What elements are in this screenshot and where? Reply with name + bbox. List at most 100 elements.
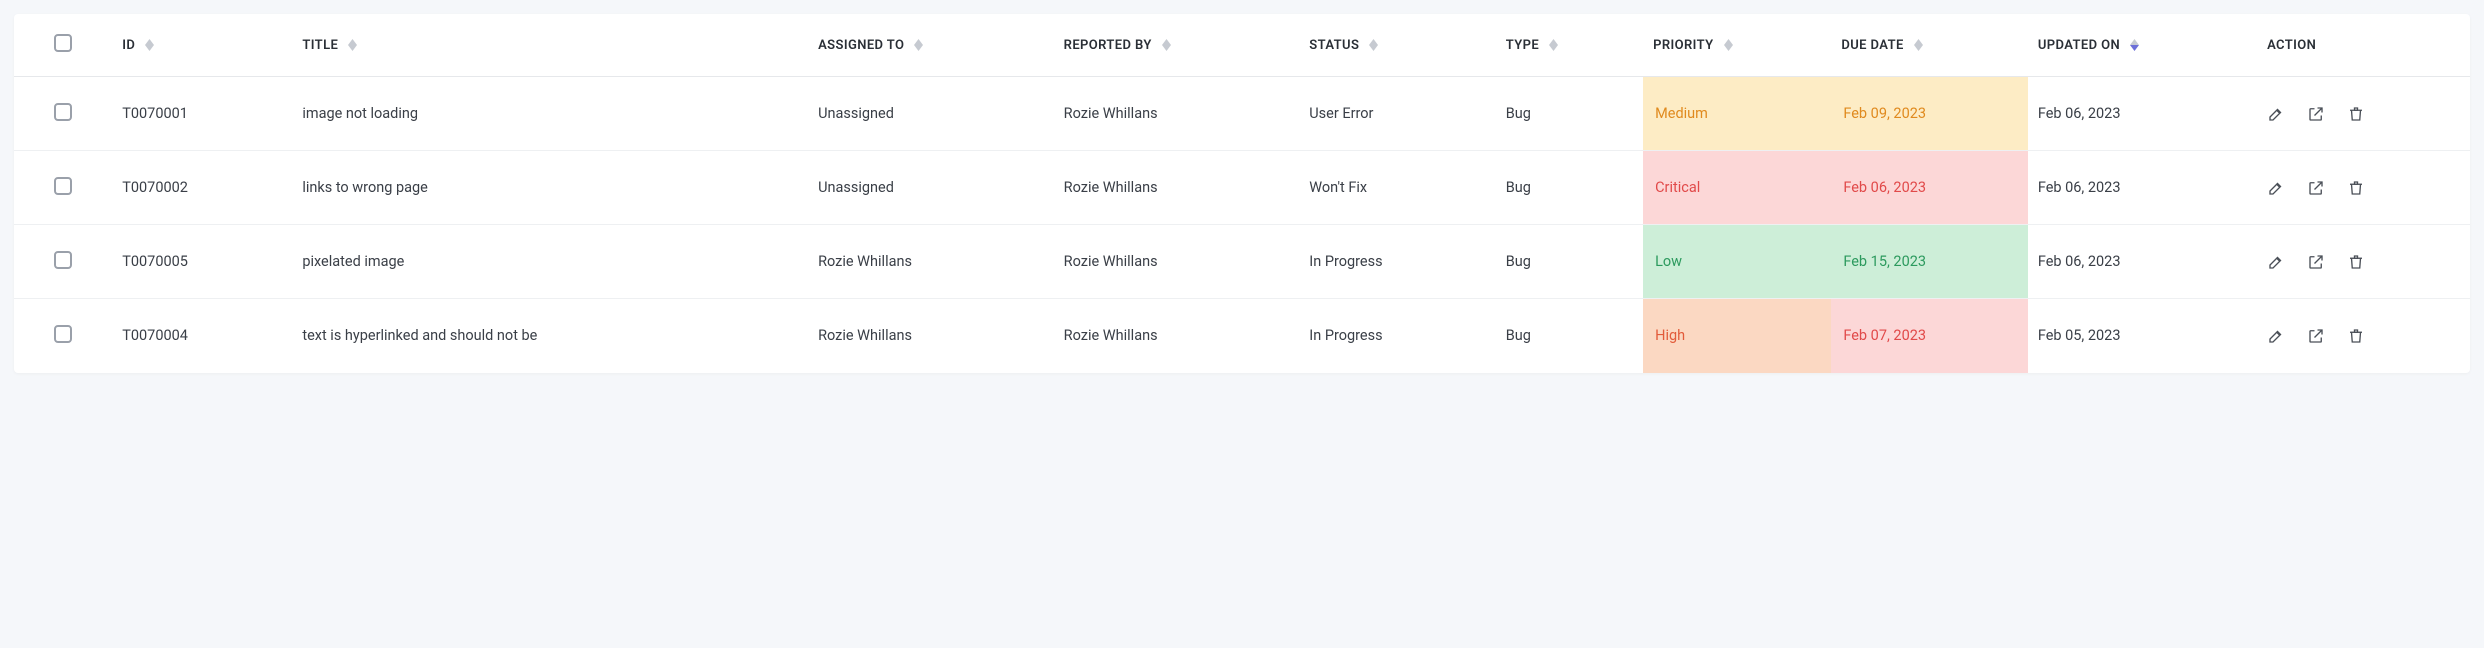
cell-updated-on: Feb 05, 2023: [2028, 299, 2257, 373]
edit-icon[interactable]: [2267, 327, 2285, 345]
assigned-to: Unassigned: [818, 105, 894, 122]
cell-priority: High: [1643, 299, 1831, 373]
sort-icon: [1914, 39, 1923, 51]
trash-icon[interactable]: [2347, 179, 2365, 197]
sort-icon: [1549, 39, 1558, 51]
reported-by: Rozie Whillans: [1064, 253, 1158, 270]
open-external-icon[interactable]: [2307, 179, 2325, 197]
type: Bug: [1506, 179, 1531, 196]
edit-icon[interactable]: [2267, 105, 2285, 123]
status: In Progress: [1309, 253, 1382, 270]
row-checkbox-cell: [14, 77, 112, 151]
reported-by: Rozie Whillans: [1064, 105, 1158, 122]
cell-title: image not loading: [292, 77, 808, 151]
cell-assigned-to: Unassigned: [808, 151, 1054, 225]
due-date: Feb 15, 2023: [1843, 253, 1926, 270]
cell-title: text is hyperlinked and should not be: [292, 299, 808, 373]
cell-id: T0070005: [112, 225, 292, 299]
row-checkbox[interactable]: [54, 103, 72, 121]
sort-icon: [1369, 39, 1378, 51]
header-checkbox-cell: [14, 14, 112, 77]
open-external-icon[interactable]: [2307, 253, 2325, 271]
cell-assigned-to: Unassigned: [808, 77, 1054, 151]
cell-priority: Medium: [1643, 77, 1831, 151]
cell-reported-by: Rozie Whillans: [1054, 151, 1300, 225]
priority: Critical: [1655, 179, 1700, 196]
cell-reported-by: Rozie Whillans: [1054, 225, 1300, 299]
cell-due-date: Feb 15, 2023: [1831, 225, 2027, 299]
type: Bug: [1506, 253, 1531, 270]
open-external-icon[interactable]: [2307, 327, 2325, 345]
table-row: T0070005pixelated image Rozie Whillans Roz…: [14, 225, 2470, 299]
row-checkbox-cell: [14, 299, 112, 373]
header-type[interactable]: TYPE: [1496, 14, 1643, 77]
cell-id: T0070001: [112, 77, 292, 151]
type: Bug: [1506, 105, 1531, 122]
trash-icon[interactable]: [2347, 253, 2365, 271]
cell-assigned-to: Rozie Whillans: [808, 225, 1054, 299]
ticket-table: ID TITLE ASSIGNED TO: [14, 14, 2470, 373]
due-date: Feb 07, 2023: [1843, 327, 1926, 344]
cell-reported-by: Rozie Whillans: [1054, 299, 1300, 373]
ticket-id: T0070004: [122, 327, 188, 344]
cell-updated-on: Feb 06, 2023: [2028, 77, 2257, 151]
assigned-to: Rozie Whillans: [818, 253, 912, 270]
cell-action: [2257, 151, 2470, 225]
header-id[interactable]: ID: [112, 14, 292, 77]
cell-assigned-to: Rozie Whillans: [808, 299, 1054, 373]
header-status-label: STATUS: [1309, 38, 1359, 53]
updated-on: Feb 05, 2023: [2038, 327, 2121, 344]
row-checkbox-cell: [14, 225, 112, 299]
select-all-checkbox[interactable]: [54, 34, 72, 52]
trash-icon[interactable]: [2347, 105, 2365, 123]
edit-icon[interactable]: [2267, 253, 2285, 271]
header-title[interactable]: TITLE: [292, 14, 808, 77]
priority: Medium: [1655, 105, 1708, 122]
reported-by: Rozie Whillans: [1064, 327, 1158, 344]
header-assigned-to[interactable]: ASSIGNED TO: [808, 14, 1054, 77]
header-updated-on-label: UPDATED ON: [2038, 38, 2120, 53]
cell-priority: Critical: [1643, 151, 1831, 225]
cell-type: Bug: [1496, 225, 1643, 299]
cell-action: [2257, 225, 2470, 299]
row-checkbox[interactable]: [54, 251, 72, 269]
cell-updated-on: Feb 06, 2023: [2028, 151, 2257, 225]
assigned-to: Unassigned: [818, 179, 894, 196]
header-reported-by[interactable]: REPORTED BY: [1054, 14, 1300, 77]
header-title-label: TITLE: [302, 38, 338, 53]
cell-reported-by: Rozie Whillans: [1054, 77, 1300, 151]
cell-due-date: Feb 06, 2023: [1831, 151, 2027, 225]
edit-icon[interactable]: [2267, 179, 2285, 197]
header-action: ACTION: [2257, 14, 2470, 77]
cell-title: pixelated image: [292, 225, 808, 299]
header-id-label: ID: [122, 38, 135, 53]
header-assigned-to-label: ASSIGNED TO: [818, 38, 904, 53]
status: In Progress: [1309, 327, 1382, 344]
due-date: Feb 06, 2023: [1843, 179, 1926, 196]
row-checkbox[interactable]: [54, 177, 72, 195]
cell-type: Bug: [1496, 299, 1643, 373]
cell-status: User Error: [1299, 77, 1495, 151]
sort-icon: [145, 39, 154, 51]
cell-title: links to wrong page: [292, 151, 808, 225]
ticket-id: T0070001: [122, 105, 188, 122]
cell-status: In Progress: [1299, 225, 1495, 299]
cell-status: Won't Fix: [1299, 151, 1495, 225]
ticket-title: links to wrong page: [302, 179, 428, 196]
table-header-row: ID TITLE ASSIGNED TO: [14, 14, 2470, 77]
type: Bug: [1506, 327, 1531, 344]
reported-by: Rozie Whillans: [1064, 179, 1158, 196]
header-type-label: TYPE: [1506, 38, 1539, 53]
open-external-icon[interactable]: [2307, 105, 2325, 123]
header-updated-on[interactable]: UPDATED ON: [2028, 14, 2257, 77]
table-row: T0070004 text is hyperlinked and should n…: [14, 299, 2470, 373]
row-checkbox[interactable]: [54, 325, 72, 343]
header-priority[interactable]: PRIORITY: [1643, 14, 1831, 77]
header-status[interactable]: STATUS: [1299, 14, 1495, 77]
table-row: T0070002links to wrong pageUnassignedRoz…: [14, 151, 2470, 225]
trash-icon[interactable]: [2347, 327, 2365, 345]
cell-due-date: Feb 09, 2023: [1831, 77, 2027, 151]
header-due-date[interactable]: DUE DATE: [1831, 14, 2027, 77]
updated-on: Feb 06, 2023: [2038, 253, 2121, 270]
priority: High: [1655, 327, 1685, 344]
